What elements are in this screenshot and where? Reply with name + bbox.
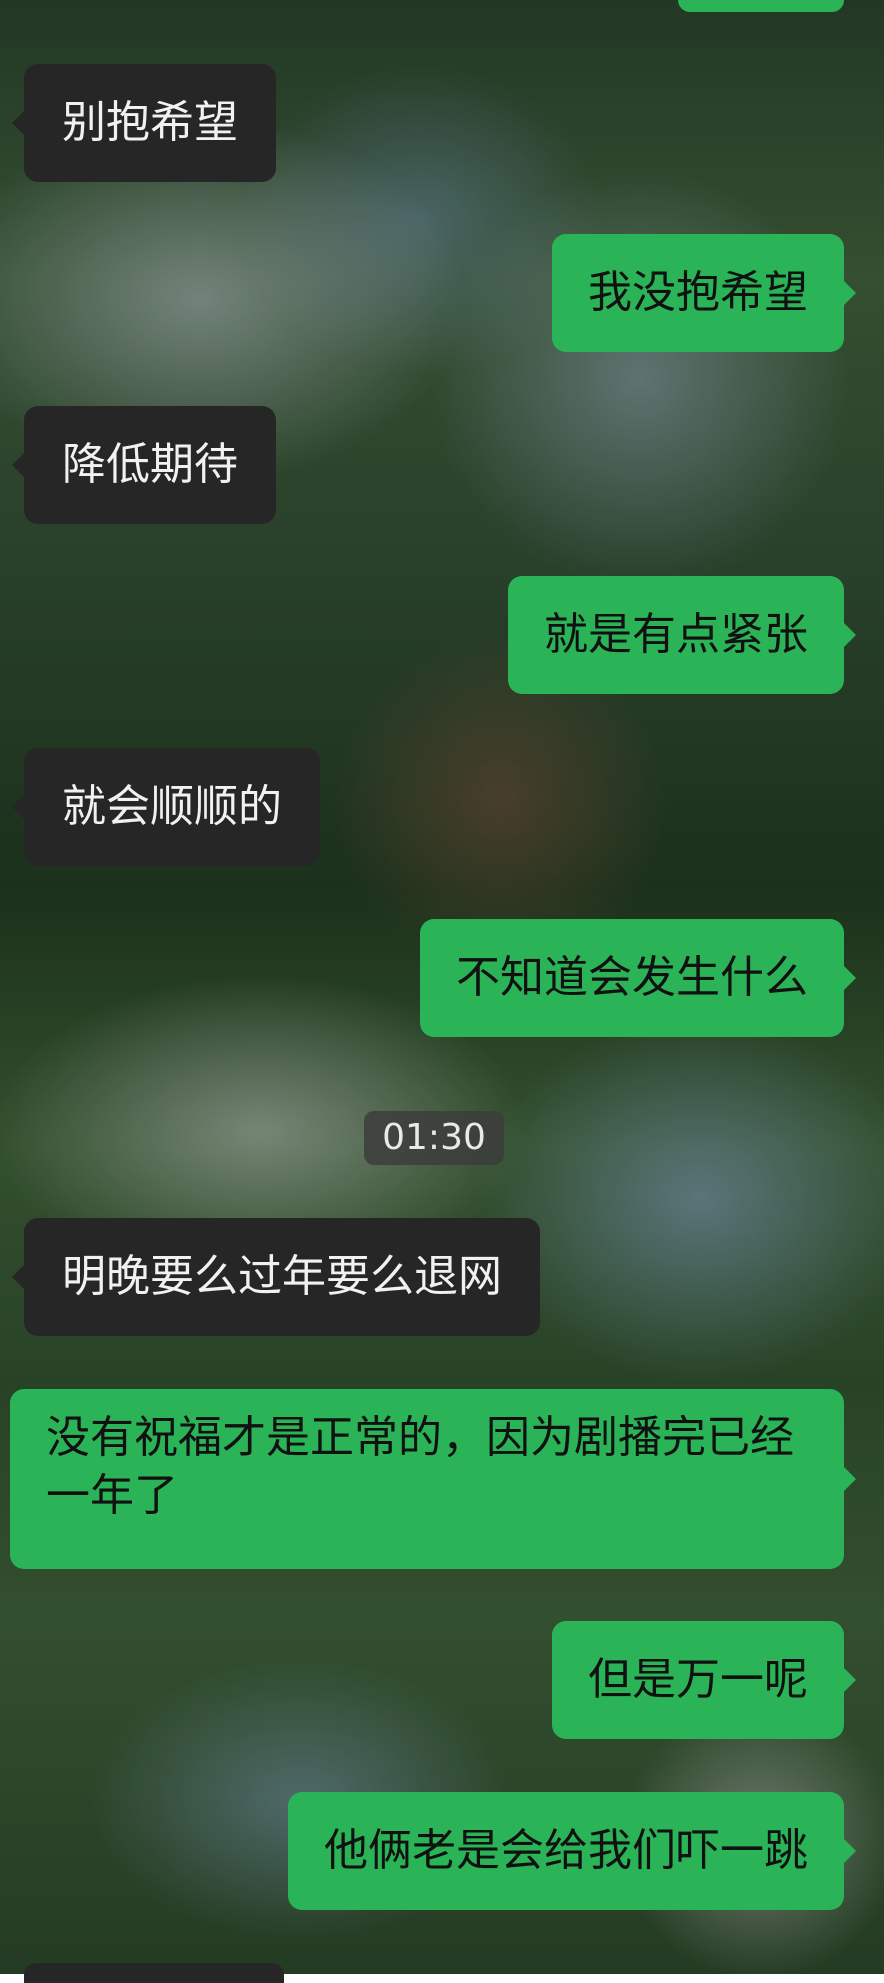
- timestamp-chip: 01:30: [364, 1111, 504, 1165]
- previous-message-bubble-edge: [678, 0, 844, 12]
- message-text: 降低期待: [62, 439, 238, 490]
- incoming-message-bubble[interactable]: 明晚要么过年要么退网: [12, 1218, 540, 1336]
- message-text: 别抱希望: [62, 97, 238, 148]
- outgoing-message-bubble[interactable]: 我没抱希望: [552, 234, 856, 352]
- message-text: 明晚要么过年要么退网: [62, 1251, 502, 1302]
- message-text: 我没抱希望: [588, 267, 808, 318]
- outgoing-message-bubble[interactable]: 不知道会发生什么: [420, 919, 856, 1037]
- outgoing-message-bubble[interactable]: 他俩老是会给我们吓一跳: [288, 1792, 856, 1910]
- message-text: 没有祝福才是正常的，因为剧播完已经一年了: [46, 1412, 794, 1521]
- incoming-message-bubble[interactable]: 就会顺顺的: [12, 748, 320, 866]
- outgoing-message-bubble[interactable]: 没有祝福才是正常的，因为剧播完已经一年了: [10, 1389, 856, 1569]
- outgoing-message-bubble[interactable]: 就是有点紧张: [508, 576, 856, 694]
- message-text: 不知道会发生什么: [456, 952, 808, 1003]
- message-text: 就会顺顺的: [62, 781, 282, 832]
- message-text: 但是万一呢: [588, 1654, 808, 1705]
- message-text: 他俩老是会给我们吓一跳: [324, 1825, 808, 1876]
- incoming-message-bubble[interactable]: 降低期待: [12, 406, 276, 524]
- incoming-message-bubble[interactable]: 别抱希望: [12, 64, 276, 182]
- next-message-bubble-edge: [24, 1963, 284, 1983]
- message-text: 就是有点紧张: [544, 609, 808, 660]
- outgoing-message-bubble[interactable]: 但是万一呢: [552, 1621, 856, 1739]
